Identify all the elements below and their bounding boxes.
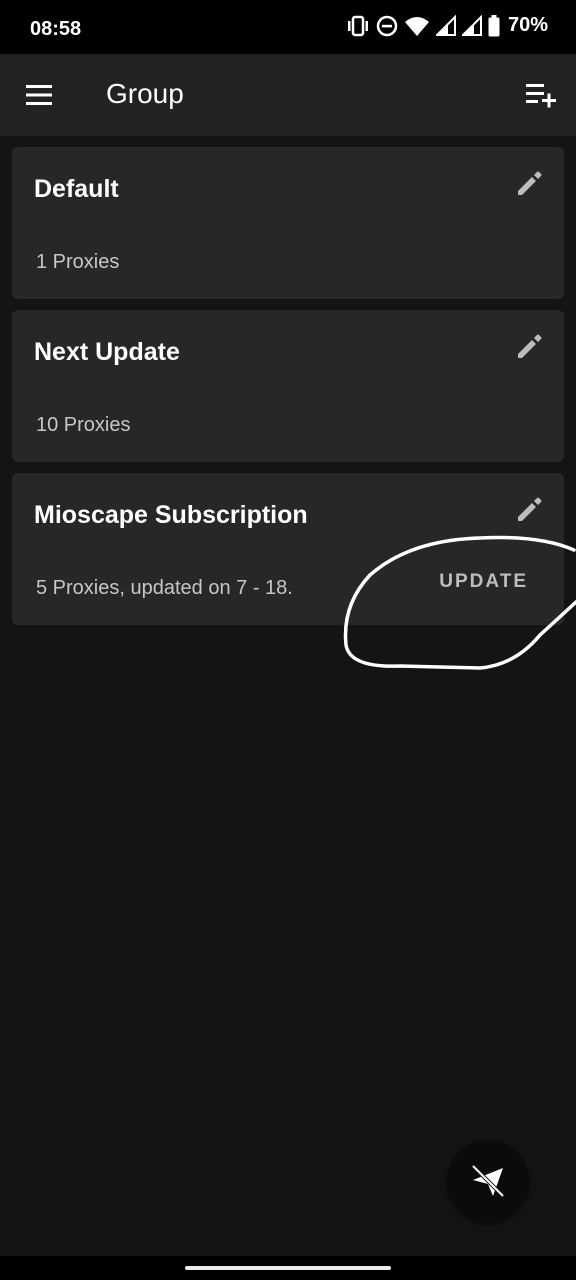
group-title: Next Update xyxy=(34,338,180,366)
vibrate-icon xyxy=(346,15,370,37)
menu-icon[interactable] xyxy=(24,81,58,109)
group-update-info: 5 Proxies, updated on 7 - 18. xyxy=(36,577,293,599)
page-title: Group xyxy=(106,78,184,109)
group-title: Default xyxy=(34,175,119,203)
app-bar: Group xyxy=(0,54,576,136)
signal-icon xyxy=(461,14,482,37)
navigation-bar xyxy=(0,1256,576,1280)
group-proxy-count: 1 Proxies xyxy=(36,251,120,273)
status-icons: 70% xyxy=(346,14,548,37)
group-title: Mioscape Subscription xyxy=(34,501,308,529)
battery-percentage: 70% xyxy=(507,14,548,36)
wifi-icon xyxy=(404,15,430,37)
edit-icon[interactable] xyxy=(514,493,546,525)
group-card-next-update[interactable]: Next Update 10 Proxies xyxy=(12,310,564,462)
update-button[interactable]: UPDATE xyxy=(439,571,528,593)
dnd-icon xyxy=(376,15,398,37)
signal-icon xyxy=(435,14,456,37)
status-bar: 08:58 70% xyxy=(0,0,576,54)
group-card-default[interactable]: Default 1 Proxies xyxy=(12,147,564,299)
battery-icon xyxy=(488,14,500,37)
status-time: 08:58 xyxy=(30,18,82,40)
group-proxy-count: 10 Proxies xyxy=(36,414,131,436)
playlist-add-icon[interactable] xyxy=(524,80,558,110)
edit-icon[interactable] xyxy=(514,167,546,199)
edit-icon[interactable] xyxy=(514,330,546,362)
home-indicator[interactable] xyxy=(185,1266,391,1270)
send-off-icon xyxy=(471,1164,505,1198)
send-off-fab[interactable] xyxy=(447,1140,529,1222)
group-card-mioscape-subscription[interactable]: Mioscape Subscription 5 Proxies, updated… xyxy=(12,473,564,625)
